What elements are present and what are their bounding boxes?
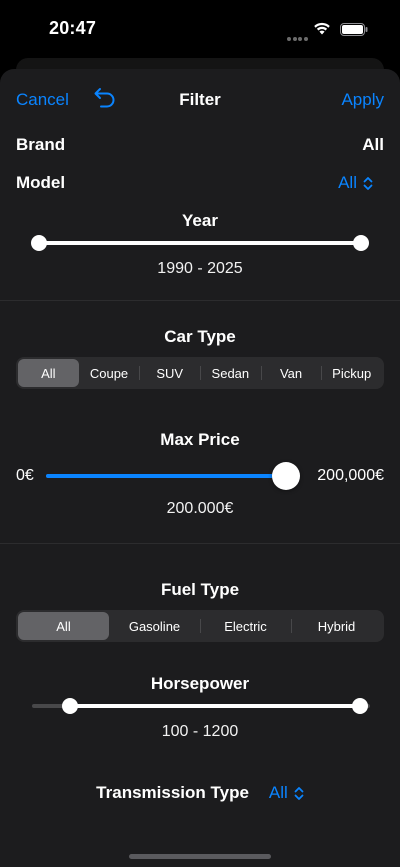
price-slider-handle[interactable] (272, 462, 300, 490)
year-range-text: 1990 - 2025 (157, 260, 243, 277)
year-max-handle[interactable] (353, 235, 369, 251)
model-picker[interactable]: All (338, 173, 373, 193)
horsepower-title: Horsepower (150, 674, 250, 693)
fuel-type-option-hybrid[interactable]: Hybrid (291, 612, 382, 640)
horsepower-range-text: 100 - 1200 (161, 723, 239, 740)
cellular-signal-icon (287, 28, 309, 41)
transmission-row: Transmission Type All (0, 783, 400, 803)
transmission-picker-value: All (268, 783, 288, 802)
price-slider-fill (46, 474, 286, 478)
chevron-up-down-icon (294, 786, 304, 800)
transmission-picker[interactable]: All (269, 783, 304, 803)
transmission-label: Transmission Type (96, 783, 249, 802)
car-type-option-van[interactable]: Van (260, 359, 322, 387)
horsepower-max-handle[interactable] (352, 698, 368, 714)
battery-icon (340, 23, 368, 36)
chevron-up-down-icon (363, 176, 373, 190)
home-indicator (129, 854, 271, 859)
car-type-segmented-control: All Coupe SUV Sedan Van Pickup (16, 357, 384, 389)
status-bar: 20:47 (0, 0, 400, 60)
year-min-handle[interactable] (31, 235, 47, 251)
divider (0, 543, 400, 544)
price-min-label: 0€ (16, 467, 34, 484)
fuel-type-segmented-control: All Gasoline Electric Hybrid (16, 610, 384, 642)
page-title: Filter (179, 90, 221, 109)
car-type-option-sedan[interactable]: Sedan (200, 359, 261, 387)
status-time: 20:47 (49, 18, 97, 38)
fuel-type-option-electric[interactable]: Electric (200, 612, 291, 640)
brand-label: Brand (16, 135, 66, 154)
nav-bar: Cancel Filter Apply (0, 69, 400, 129)
car-type-option-pickup[interactable]: Pickup (321, 359, 382, 387)
fuel-type-option-all[interactable]: All (18, 612, 109, 640)
horsepower-slider-range (69, 704, 360, 708)
filter-sheet: Cancel Filter Apply Brand All Model All … (0, 69, 400, 867)
brand-value[interactable]: All (362, 135, 384, 155)
max-price-title: Max Price (160, 430, 240, 449)
car-type-title: Car Type (164, 327, 236, 346)
car-type-option-coupe[interactable]: Coupe (79, 359, 140, 387)
max-price-value: 200.000€ (166, 500, 234, 517)
fuel-type-option-gasoline[interactable]: Gasoline (109, 612, 200, 640)
model-label: Model (16, 173, 66, 192)
car-type-option-all[interactable]: All (18, 359, 79, 387)
year-title: Year (182, 211, 218, 230)
car-type-option-suv[interactable]: SUV (139, 359, 200, 387)
divider (0, 300, 400, 301)
apply-button[interactable]: Apply (341, 90, 384, 110)
horsepower-min-handle[interactable] (61, 698, 78, 714)
fuel-type-title: Fuel Type (160, 580, 240, 599)
model-picker-value: All (338, 173, 357, 192)
wifi-icon (314, 22, 330, 35)
price-max-label: 200,000€ (317, 467, 384, 484)
year-slider-track (39, 241, 361, 245)
